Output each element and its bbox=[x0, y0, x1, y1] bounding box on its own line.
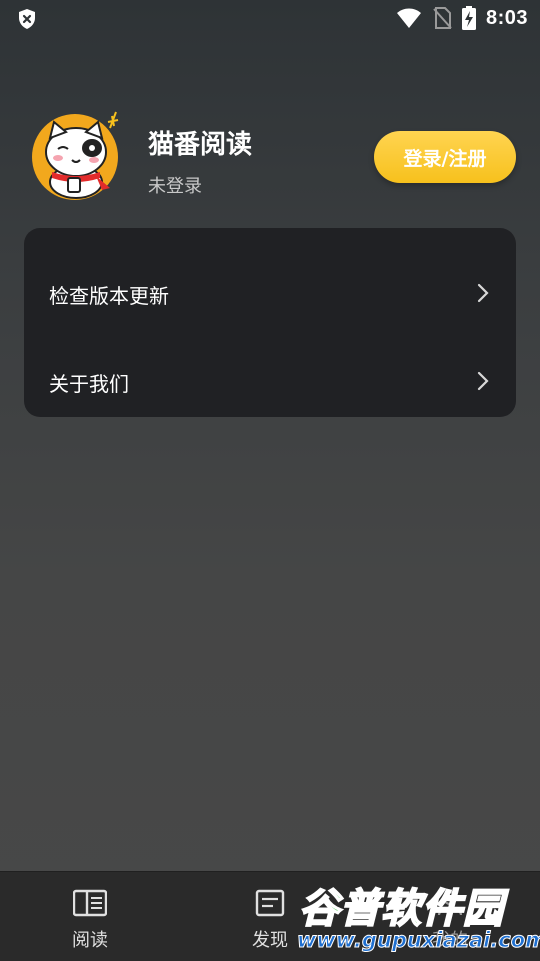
no-sim-icon bbox=[433, 7, 452, 29]
app-name: 猫番阅读 bbox=[148, 130, 253, 160]
book-icon bbox=[73, 889, 107, 917]
avatar[interactable] bbox=[32, 111, 119, 200]
chevron-right-icon bbox=[477, 371, 489, 391]
settings-menu-card: 检查版本更新 关于我们 bbox=[24, 228, 516, 417]
nav-tab-read[interactable]: 阅读 bbox=[0, 872, 180, 961]
login-register-button[interactable]: 登录/注册 bbox=[374, 131, 516, 183]
list-icon bbox=[255, 889, 285, 917]
watermark-logo: 谷普软件园 www.gupuxiazai.com bbox=[295, 876, 540, 956]
cat-avatar-icon bbox=[45, 111, 119, 199]
login-status: 未登录 bbox=[148, 176, 202, 197]
status-clock: 8:03 bbox=[485, 6, 528, 29]
shield-x-icon bbox=[19, 9, 35, 29]
menu-item-about-us[interactable]: 关于我们 bbox=[24, 330, 516, 418]
wifi-icon bbox=[396, 8, 421, 28]
watermark-title: 谷普软件园 bbox=[298, 885, 504, 933]
menu-item-label: 关于我们 bbox=[49, 372, 129, 396]
menu-item-label: 检查版本更新 bbox=[49, 284, 169, 308]
status-bar: 8:03 bbox=[0, 0, 540, 36]
chevron-right-icon bbox=[477, 283, 489, 303]
nav-label-read: 阅读 bbox=[72, 930, 108, 951]
battery-charging-icon bbox=[461, 6, 476, 30]
watermark-url: www.gupuxiazai.com bbox=[296, 928, 540, 953]
profile-section: 猫番阅读 未登录 登录/注册 bbox=[32, 111, 516, 204]
menu-item-check-update[interactable]: 检查版本更新 bbox=[24, 242, 516, 330]
